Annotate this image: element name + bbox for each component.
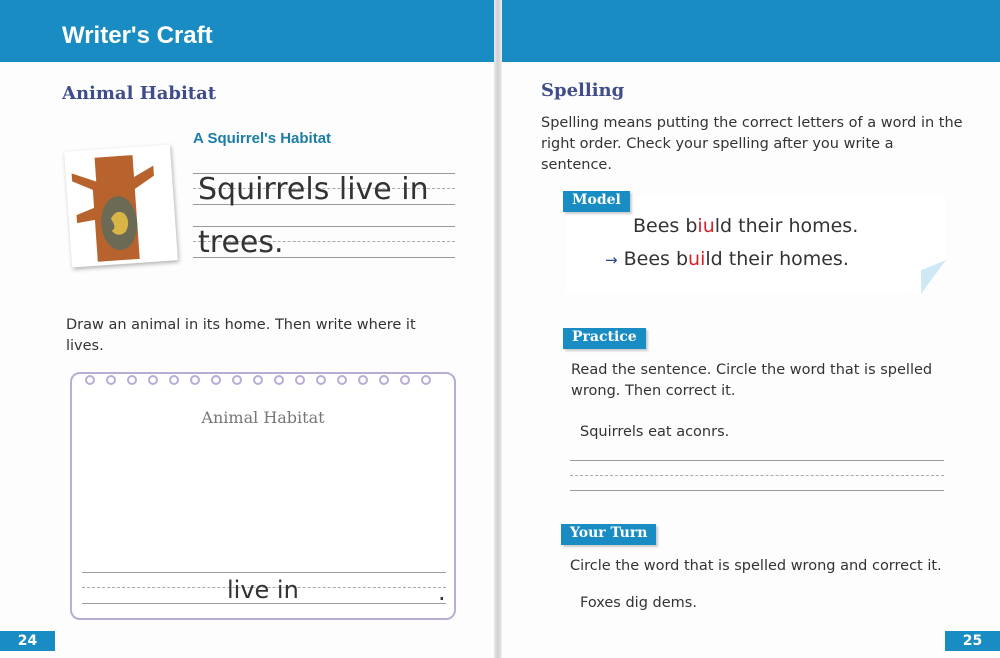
- practice-tab: Practice: [563, 328, 646, 349]
- answer-line[interactable]: [570, 460, 944, 461]
- notebook-title: Animal Habitat: [201, 408, 325, 427]
- guide-line: [570, 490, 944, 491]
- instructions: Draw an animal in its home. Then write w…: [66, 317, 416, 354]
- practice-sentence: Squirrels eat aconrs.: [580, 424, 730, 440]
- example-line-1: Squirrels live in: [198, 172, 429, 207]
- notebook-period: .: [438, 578, 446, 606]
- notebook-rings: [85, 375, 431, 385]
- header-band-right: [502, 0, 1000, 62]
- page-number-right: 25: [945, 631, 1000, 651]
- model-tab: Model: [563, 191, 630, 212]
- spelling-title: Spelling: [541, 80, 625, 101]
- guide-line: [82, 572, 446, 573]
- section-title: Animal Habitat: [62, 83, 217, 104]
- page-number-left: 24: [0, 631, 55, 651]
- spelling-intro: Spelling means putting the correct lette…: [541, 115, 963, 173]
- squirrel-in-tree-icon: [64, 144, 178, 268]
- your-turn-tab: Your Turn: [561, 524, 657, 545]
- book-gutter: [494, 0, 502, 658]
- model-correct-sentence: → Bees build their homes.: [605, 248, 849, 270]
- guide-line: [570, 475, 944, 476]
- notebook-prompt: live in: [227, 576, 299, 604]
- example-title: A Squirrel's Habitat: [193, 130, 332, 147]
- drawing-notebook[interactable]: Animal Habitat live in .: [70, 372, 456, 620]
- example-line-2: trees.: [198, 225, 284, 260]
- your-turn-instructions: Circle the word that is spelled wrong an…: [570, 558, 942, 574]
- arrow-right-icon: →: [605, 251, 618, 269]
- page-title: Writer's Craft: [62, 22, 213, 49]
- model-wrong-sentence: Bees biuld their homes.: [633, 215, 859, 237]
- practice-instructions: Read the sentence. Circle the word that …: [571, 362, 933, 399]
- your-turn-sentence: Foxes dig dems.: [580, 595, 697, 611]
